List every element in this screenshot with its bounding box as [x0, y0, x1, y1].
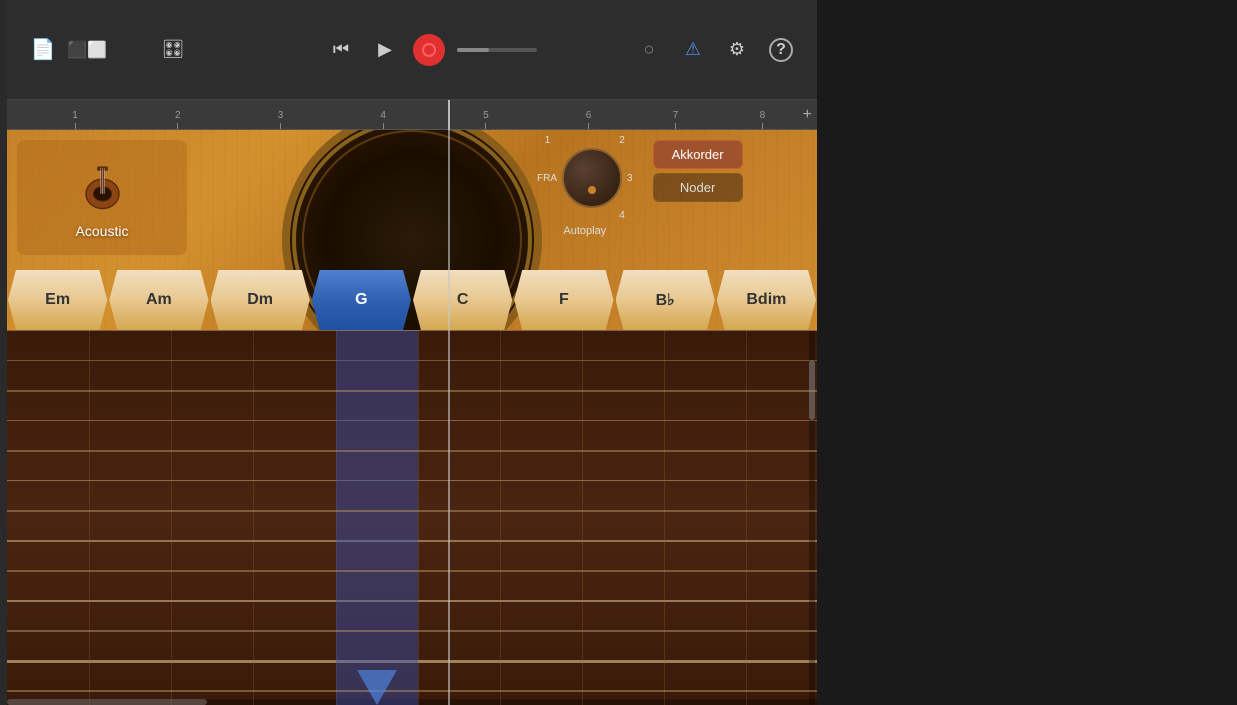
record-icon: [422, 43, 436, 57]
active-chord-highlight: [336, 330, 418, 705]
ruler-label-1: 1: [72, 110, 78, 121]
col-sep-1: [89, 330, 90, 705]
col-sep-5: [418, 330, 419, 705]
ruler-label-6: 6: [586, 110, 592, 121]
chord-button-f[interactable]: F: [514, 270, 613, 330]
ruler-mark-3: 3: [278, 110, 284, 129]
circle-button[interactable]: ○: [633, 34, 665, 66]
chord-button-g[interactable]: G: [312, 270, 411, 330]
ruler-mark-4: 4: [380, 110, 386, 129]
fret-1: [7, 390, 817, 392]
chord-button-c[interactable]: C: [413, 270, 512, 330]
left-sidebar: [0, 0, 7, 705]
ruler-playhead: [448, 100, 450, 130]
col-sep-8: [664, 330, 665, 705]
file-icon: 📄: [31, 37, 56, 62]
skip-back-icon: ⏮: [333, 39, 349, 60]
instrument-name: Acoustic: [76, 223, 129, 239]
ruler: 1 2 3 4 5 6 7 8 +: [7, 100, 817, 130]
ruler-label-5: 5: [483, 110, 489, 121]
ruler-label-3: 3: [278, 110, 284, 121]
autoplay-knob[interactable]: [562, 148, 622, 208]
col-sep-7: [582, 330, 583, 705]
circle-icon: ○: [644, 39, 655, 60]
ruler-mark-2: 2: [175, 110, 181, 129]
right-panel: [817, 0, 1237, 705]
volume-slider[interactable]: [457, 48, 537, 52]
arrange-button[interactable]: ⬛⬜: [71, 34, 103, 66]
ruler-label-7: 7: [673, 110, 679, 121]
help-icon: ?: [769, 38, 793, 62]
arrange-icon: ⬛⬜: [67, 40, 107, 60]
fret-3: [7, 510, 817, 512]
record-button[interactable]: [413, 34, 445, 66]
warning-icon: ⚠: [685, 39, 701, 60]
autoplay-label: Autoplay: [563, 225, 606, 237]
autoplay-section: 1 2 FRA 3 4 Autoplay Akkorder Noder: [537, 135, 743, 237]
fret-0: [7, 330, 817, 331]
fret-5: [7, 630, 817, 632]
chord-button-am[interactable]: Am: [109, 270, 208, 330]
settings-button[interactable]: ⚙: [721, 34, 753, 66]
ruler-mark-7: 7: [673, 110, 679, 129]
pick-arrow: [357, 670, 397, 705]
ruler-mark-1: 1: [72, 110, 78, 129]
instrument-icon: [72, 157, 132, 217]
fret-2: [7, 450, 817, 452]
knob-top-labels: 1 2: [545, 135, 625, 146]
volume-fill: [457, 48, 489, 52]
fret-4: [7, 570, 817, 572]
ruler-label-8: 8: [760, 110, 766, 121]
ruler-marks: 1 2 3 4 5 6 7 8: [17, 100, 807, 129]
skip-back-button[interactable]: ⏮: [325, 34, 357, 66]
chord-button-bb[interactable]: B♭: [616, 270, 715, 330]
notes-mode-button[interactable]: Noder: [653, 173, 743, 202]
add-track-button[interactable]: +: [803, 106, 812, 124]
ruler-mark-8: 8: [760, 110, 766, 129]
mixer-icon: 🎛: [162, 39, 185, 60]
ruler-label-4: 4: [380, 110, 386, 121]
col-sep-3: [253, 330, 254, 705]
ruler-label-2: 2: [175, 110, 181, 121]
toolbar-right: ○ ⚠ ⚙ ?: [633, 34, 797, 66]
knob-indicator: [588, 186, 596, 194]
warning-button[interactable]: ⚠: [677, 34, 709, 66]
chord-button-dm[interactable]: Dm: [211, 270, 310, 330]
instrument-panel[interactable]: Acoustic: [17, 140, 187, 255]
fretboard: [7, 330, 817, 705]
mixer-button[interactable]: 🎛: [157, 34, 189, 66]
knob-label-3: 3: [627, 173, 633, 184]
chord-button-bdim[interactable]: Bdim: [717, 270, 816, 330]
toolbar-left: 📄 ⬛⬜ 🎛: [27, 34, 189, 66]
knob-label-2: 2: [619, 135, 625, 146]
knob-label-1: 1: [545, 135, 551, 146]
knob-label-fra: FRA: [537, 173, 557, 184]
col-sep-2: [171, 330, 172, 705]
chord-button-em[interactable]: Em: [8, 270, 107, 330]
knob-bottom-labels: 4: [545, 210, 625, 221]
help-button[interactable]: ?: [765, 34, 797, 66]
col-sep-9: [746, 330, 747, 705]
chords-mode-button[interactable]: Akkorder: [653, 140, 743, 169]
playhead: [448, 130, 450, 705]
toolbar: 📄 ⬛⬜ 🎛 ⏮ ▶ ○ ⚠ ⚙: [7, 0, 817, 100]
ruler-mark-5: 5: [483, 110, 489, 129]
settings-icon: ⚙: [729, 39, 745, 60]
file-button[interactable]: 📄: [27, 34, 59, 66]
chord-row: Em Am Dm G C F B♭ Bdim: [7, 270, 817, 330]
toolbar-center: ⏮ ▶: [301, 34, 561, 66]
mode-buttons: Akkorder Noder: [653, 140, 743, 202]
col-sep-6: [500, 330, 501, 705]
ruler-mark-6: 6: [586, 110, 592, 129]
knob-label-4: 4: [619, 210, 625, 221]
scrollbar-vertical[interactable]: [809, 330, 815, 705]
autoplay-knob-wrapper: 1 2 FRA 3 4 Autoplay: [537, 135, 633, 237]
guitar-svg: [75, 159, 130, 214]
chord-pick-indicator: [336, 660, 418, 705]
play-button[interactable]: ▶: [369, 34, 401, 66]
scrollbar-thumb-horizontal[interactable]: [7, 699, 207, 705]
play-icon: ▶: [378, 39, 392, 60]
guitar-area: Acoustic 1 2 FRA 3 4 Auto: [7, 130, 817, 705]
